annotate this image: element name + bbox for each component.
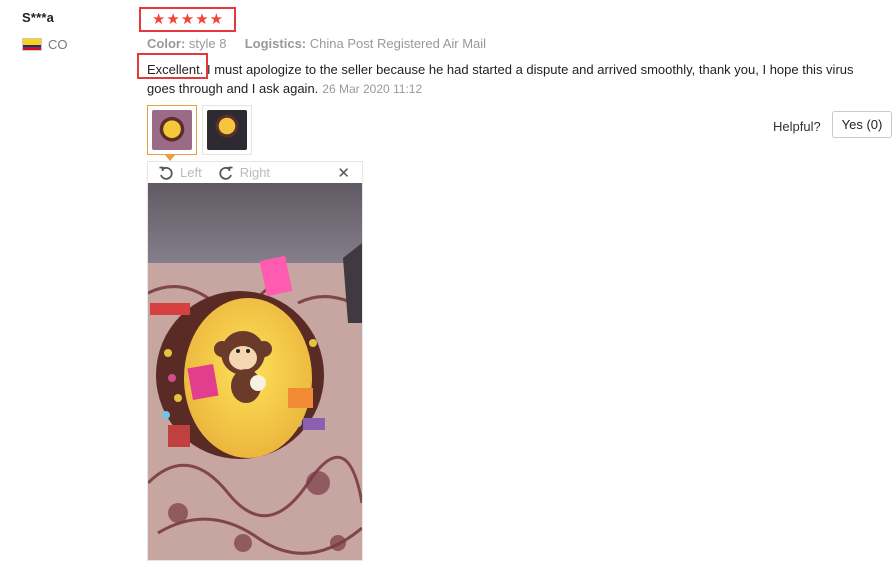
close-icon[interactable]: ✕ <box>337 164 350 182</box>
color-key: Color: <box>147 36 186 51</box>
star-rating: ★ ★ ★ ★ ★ <box>139 7 236 32</box>
order-info: Color: style 8 Logistics: China Post Reg… <box>147 36 486 51</box>
colombia-flag-icon <box>22 38 42 51</box>
reviewer-name: S***a <box>22 10 55 25</box>
star-icon: ★ <box>151 11 166 28</box>
photo-thumbnail-2[interactable] <box>202 105 252 155</box>
review-body: I must apologize to the seller because h… <box>147 62 854 96</box>
rotate-right-button[interactable]: Right <box>218 165 270 181</box>
review-text: Excellent. I must apologize to the selle… <box>147 60 867 99</box>
rotate-right-label: Right <box>239 165 271 180</box>
review-highlight: Excellent. <box>147 62 204 77</box>
color-value: style 8 <box>188 36 227 51</box>
helpful-yes-button[interactable]: Yes (0) <box>832 111 892 138</box>
logistics-key: Logistics: <box>244 36 307 51</box>
rotate-right-icon <box>219 166 233 180</box>
rotate-left-label: Left <box>180 165 202 180</box>
photo-viewer: Left Right ✕ <box>147 161 363 561</box>
rotate-left-button[interactable]: Left <box>158 165 202 181</box>
photo-thumbnail-1[interactable] <box>147 105 197 155</box>
helpful-label: Helpful? <box>773 119 821 134</box>
country-code: CO <box>48 37 68 52</box>
reviewer-country: CO <box>22 37 68 52</box>
star-icon: ★ <box>209 11 224 28</box>
logistics-value: China Post Registered Air Mail <box>309 36 487 51</box>
star-icon: ★ <box>195 11 209 28</box>
selected-caret <box>164 154 176 161</box>
viewer-toolbar: Left Right ✕ <box>148 162 362 183</box>
star-icon: ★ <box>166 11 180 28</box>
rotate-left-icon <box>159 166 173 180</box>
review-photo <box>148 183 362 560</box>
star-icon: ★ <box>180 11 195 28</box>
review-date: 26 Mar 2020 11:12 <box>322 82 423 96</box>
